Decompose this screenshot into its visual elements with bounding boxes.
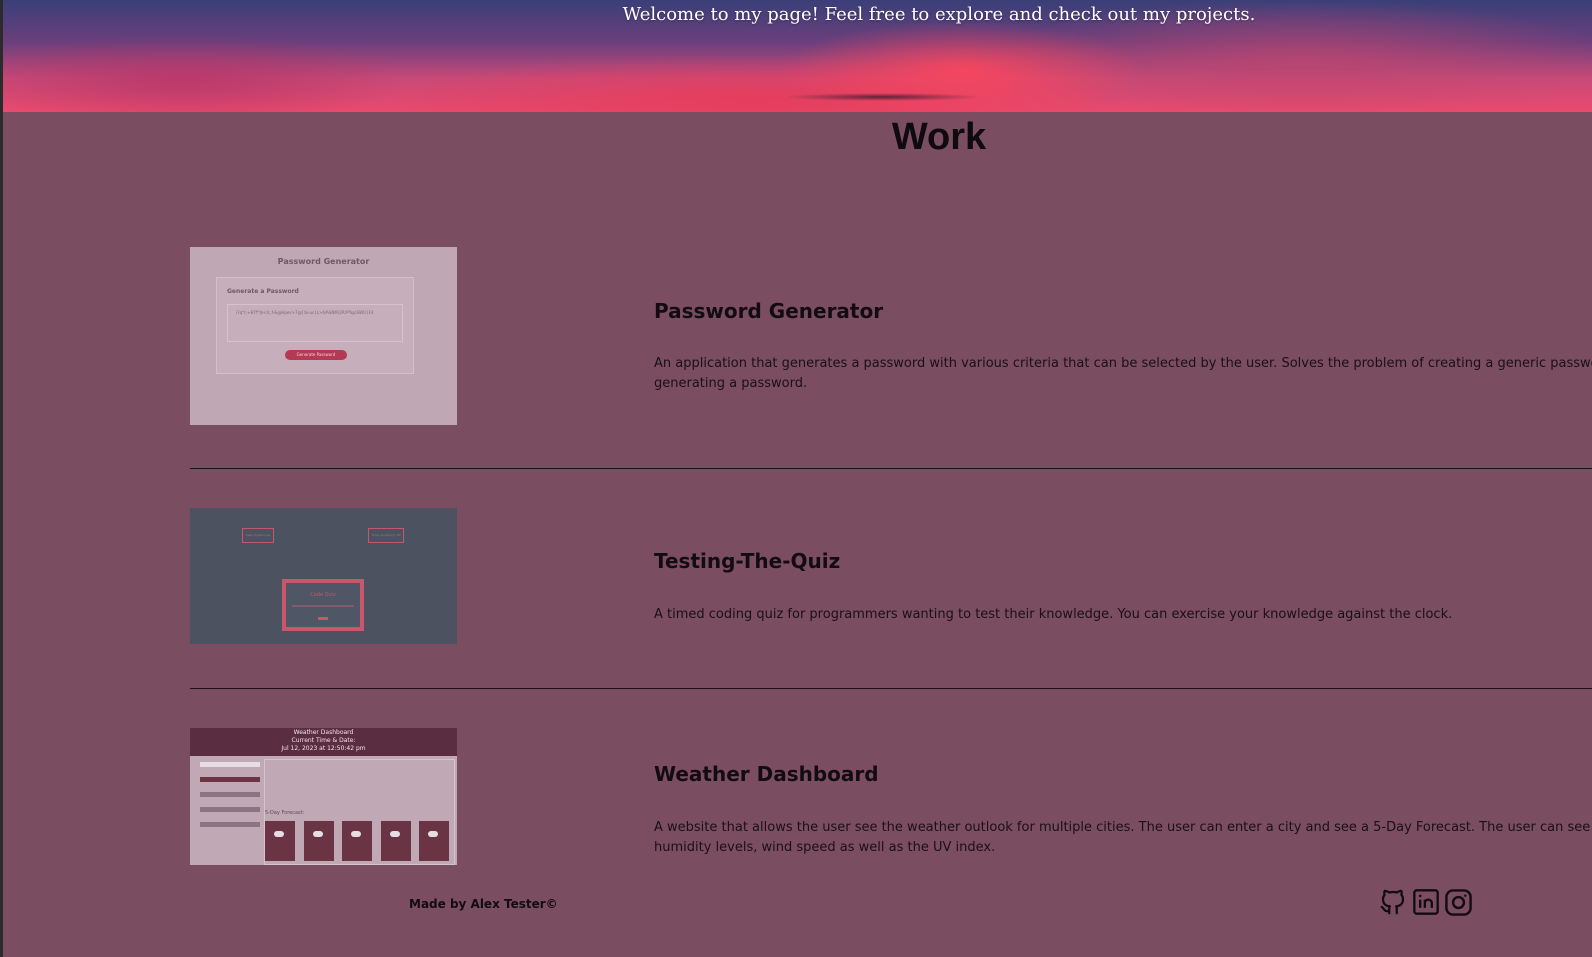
thumb-quiz-text-line [292, 605, 354, 607]
thumb-forecast-card [419, 821, 449, 861]
thumb-header: Weather Dashboard Current Time & Date: J… [190, 728, 457, 756]
thumb-city-button [200, 792, 260, 797]
project-thumbnail[interactable]: View Highscores Time remaining: 60 Code … [190, 508, 457, 644]
thumb-forecast-card [304, 821, 334, 861]
thumb-card: Generate a Password i7q*(:+87f*]$<4:,f-&… [216, 277, 414, 374]
thumb-forecast-label: 5-Day Forecast: [265, 810, 305, 816]
project-password-generator: Password Generator Generate a Password i… [190, 247, 1592, 425]
github-icon [1380, 889, 1405, 915]
project-title[interactable]: Testing-The-Quiz [654, 549, 840, 573]
thumb-quiz-title: Code Quiz [310, 592, 336, 598]
thumb-password-text: i7q*(:+87f*]$<4:,f-&@Hpev>7@] bi-uc{L>6#… [236, 310, 374, 315]
thumb-quiz-start [318, 617, 328, 620]
divider [190, 688, 1592, 689]
thumb-password-box: i7q*(:+87f*]$<4:,f-&@Hpev>7@] bi-uc{L>6#… [227, 304, 403, 342]
project-thumbnail[interactable]: Password Generator Generate a Password i… [190, 247, 457, 425]
thumb-search-bar [200, 762, 260, 767]
thumb-highscores-button: View Highscores [242, 528, 274, 543]
thumb-city-button [200, 807, 260, 812]
page: Welcome to my page! Feel free to explore… [3, 0, 1592, 957]
project-description-line-2: humidity levels, wind speed as well as t… [654, 840, 996, 855]
project-title[interactable]: Weather Dashboard [654, 762, 879, 786]
thumb-header: Password Generator [277, 257, 370, 266]
work-heading: Work [891, 116, 987, 158]
project-description-line-1: A website that allows the user see the w… [654, 820, 1592, 835]
thumb-title: Weather Dashboard [293, 729, 354, 736]
project-weather-dashboard: Weather Dashboard Current Time & Date: J… [190, 728, 1592, 865]
thumb-forecast-card [342, 821, 372, 861]
project-thumbnail[interactable]: Weather Dashboard Current Time & Date: J… [190, 728, 457, 865]
hero-banner: Welcome to my page! Feel free to explore… [3, 0, 1592, 112]
hero-cloud-streak [783, 93, 983, 101]
instagram-link[interactable] [1443, 887, 1473, 917]
thumb-forecast-card [265, 821, 295, 861]
thumb-forecast-cards [265, 821, 454, 861]
thumb-datetime: Jul 12, 2023 at 12:50:42 pm [281, 745, 366, 752]
thumb-subtitle: Current Time & Date: [291, 737, 356, 744]
project-description-line-2: generating a password. [654, 376, 808, 391]
project-description-line-1: An application that generates a password… [654, 356, 1592, 371]
thumb-quiz-box: Code Quiz [282, 579, 364, 631]
thumb-card-title: Generate a Password [227, 288, 299, 295]
thumb-forecast-card [381, 821, 411, 861]
thumb-sidebar [200, 762, 260, 862]
instagram-icon [1444, 888, 1472, 916]
divider [190, 468, 1592, 469]
project-testing-the-quiz: View Highscores Time remaining: 60 Code … [190, 508, 1592, 644]
welcome-text: Welcome to my page! Feel free to explore… [622, 4, 1256, 25]
project-title[interactable]: Password Generator [654, 299, 883, 323]
thumb-timer: Time remaining: 60 [368, 528, 404, 543]
thumb-main: 5-Day Forecast: [264, 759, 455, 865]
thumb-city-button [200, 822, 260, 827]
linkedin-link[interactable] [1411, 887, 1441, 917]
linkedin-icon [1413, 889, 1439, 915]
project-description-line-1: A timed coding quiz for programmers want… [654, 607, 1453, 622]
thumb-search-button [200, 777, 260, 782]
github-link[interactable] [1378, 887, 1408, 917]
thumb-generate-button: Generate Password [285, 350, 347, 360]
made-by-text: Made by Alex Tester© [409, 897, 558, 911]
